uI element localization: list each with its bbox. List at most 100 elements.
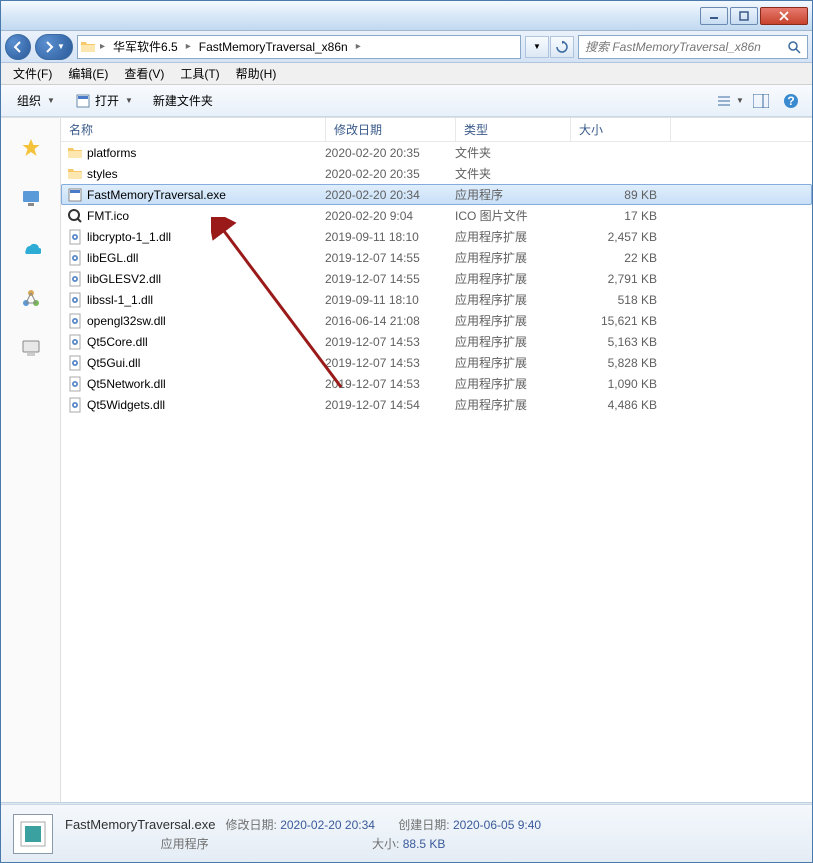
view-options-button[interactable]: ▼ (718, 90, 744, 112)
file-date: 2020-02-20 9:04 (325, 209, 455, 223)
file-size: 4,486 KB (570, 398, 665, 412)
file-row[interactable]: opengl32sw.dll2016-06-14 21:08应用程序扩展15,6… (61, 310, 812, 331)
file-row[interactable]: libGLESV2.dll2019-12-07 14:55应用程序扩展2,791… (61, 268, 812, 289)
menubar: 文件(F) 编辑(E) 查看(V) 工具(T) 帮助(H) (1, 63, 812, 85)
onedrive-icon[interactable] (21, 238, 41, 258)
file-date: 2019-12-07 14:53 (325, 335, 455, 349)
file-name: libEGL.dll (87, 251, 138, 265)
close-button[interactable] (760, 7, 808, 25)
file-size: 1,090 KB (570, 377, 665, 391)
file-name: Qt5Gui.dll (87, 356, 140, 370)
file-name: libGLESV2.dll (87, 272, 161, 286)
file-date: 2019-12-07 14:55 (325, 272, 455, 286)
refresh-button[interactable] (550, 36, 574, 58)
file-size: 5,163 KB (570, 335, 665, 349)
network-icon[interactable] (21, 288, 41, 308)
file-date: 2019-09-11 18:10 (325, 230, 455, 244)
file-row[interactable]: libEGL.dll 2019-12-07 14:55应用程序扩展22 KB (61, 247, 812, 268)
chevron-icon: ▸ (186, 41, 191, 52)
address-bar[interactable]: ▸ 华军软件6.5 ▸ FastMemoryTraversal_x86n ▸ (77, 35, 521, 59)
open-icon (75, 93, 91, 109)
help-button[interactable]: ? (778, 90, 804, 112)
file-row[interactable]: libssl-1_1.dll 2019-09-11 18:10应用程序扩展518 … (61, 289, 812, 310)
file-name: libcrypto-1_1.dll (87, 230, 171, 244)
file-list[interactable]: platforms2020-02-20 20:35文件夹styles2020-0… (61, 142, 812, 802)
file-type: 应用程序 (455, 186, 570, 203)
file-size: 22 KB (570, 251, 665, 265)
file-row[interactable]: Qt5Core.dll 2019-12-07 14:53应用程序扩展5,163 K… (61, 331, 812, 352)
detail-filename: FastMemoryTraversal.exe (65, 817, 216, 832)
file-type: 应用程序扩展 (455, 249, 570, 266)
file-row[interactable]: platforms2020-02-20 20:35文件夹 (61, 142, 812, 163)
file-row[interactable]: FMT.ico2020-02-20 9:04ICO 图片文件17 KB (61, 205, 812, 226)
chevron-icon: ▸ (100, 41, 105, 52)
chevron-icon: ▸ (356, 41, 361, 52)
file-name: Qt5Network.dll (87, 377, 166, 391)
breadcrumb-item[interactable]: FastMemoryTraversal_x86n (195, 36, 352, 58)
favorites-icon[interactable] (21, 138, 41, 158)
file-row[interactable]: libcrypto-1_1.dll2019-09-11 18:10应用程序扩展2… (61, 226, 812, 247)
column-headers: 名称 修改日期 类型 大小 (61, 118, 812, 142)
back-button[interactable] (5, 34, 31, 60)
open-button[interactable]: 打开▼ (67, 89, 141, 112)
file-name: Qt5Widgets.dll (87, 398, 165, 412)
menu-view[interactable]: 查看(V) (116, 63, 172, 84)
file-date: 2020-02-20 20:34 (325, 188, 455, 202)
file-date: 2019-12-07 14:53 (325, 356, 455, 370)
file-row[interactable]: Qt5Widgets.dll 2019-12-07 14:54应用程序扩展4,48… (61, 394, 812, 415)
breadcrumb-item[interactable]: 华军软件6.5 (109, 36, 182, 58)
preview-pane-button[interactable] (748, 90, 774, 112)
file-size: 5,828 KB (570, 356, 665, 370)
organize-button[interactable]: 组织▼ (9, 89, 63, 112)
file-row[interactable]: Qt5Gui.dll2019-12-07 14:53应用程序扩展5,828 KB (61, 352, 812, 373)
search-input[interactable] (585, 40, 787, 54)
file-size: 17 KB (570, 209, 665, 223)
menu-help[interactable]: 帮助(H) (228, 63, 285, 84)
file-type: 应用程序扩展 (455, 291, 570, 308)
file-date: 2019-09-11 18:10 (325, 293, 455, 307)
file-name: styles (87, 167, 118, 181)
file-date: 2020-02-20 20:35 (325, 146, 455, 160)
body-area: 名称 修改日期 类型 大小 platforms2020-02-20 20:35文… (1, 117, 812, 802)
file-row[interactable]: FastMemoryTraversal.exe 2020-02-20 20:34应… (61, 184, 812, 205)
header-size[interactable]: 大小 (571, 118, 671, 141)
new-folder-button[interactable]: 新建文件夹 (145, 89, 221, 112)
file-date: 2019-12-07 14:55 (325, 251, 455, 265)
file-name: Qt5Core.dll (87, 335, 148, 349)
file-name: FastMemoryTraversal.exe (87, 188, 226, 202)
search-box[interactable] (578, 35, 808, 59)
menu-file[interactable]: 文件(F) (5, 63, 60, 84)
file-name: opengl32sw.dll (87, 314, 166, 328)
file-type: 文件夹 (455, 144, 570, 161)
file-name: libssl-1_1.dll (87, 293, 153, 307)
menu-tools[interactable]: 工具(T) (172, 63, 227, 84)
file-type: 应用程序扩展 (455, 312, 570, 329)
file-type: 应用程序扩展 (455, 396, 570, 413)
file-date: 2019-12-07 14:53 (325, 377, 455, 391)
desktop-icon[interactable] (21, 188, 41, 208)
file-date: 2019-12-07 14:54 (325, 398, 455, 412)
minimize-button[interactable] (700, 7, 728, 25)
nav-sidebar (1, 118, 61, 802)
toolbar: 组织▼ 打开▼ 新建文件夹 ▼ ? (1, 85, 812, 117)
file-type: 应用程序扩展 (455, 270, 570, 287)
menu-edit[interactable]: 编辑(E) (60, 63, 116, 84)
header-type[interactable]: 类型 (456, 118, 571, 141)
file-type: 应用程序扩展 (455, 333, 570, 350)
header-date[interactable]: 修改日期 (326, 118, 456, 141)
file-row[interactable]: styles2020-02-20 20:35文件夹 (61, 163, 812, 184)
search-icon (787, 40, 801, 54)
header-name[interactable]: 名称 (61, 118, 326, 141)
details-pane: FastMemoryTraversal.exe 修改日期: 2020-02-20… (1, 804, 812, 862)
maximize-button[interactable] (730, 7, 758, 25)
file-size: 518 KB (570, 293, 665, 307)
file-size: 89 KB (570, 188, 665, 202)
computer-icon[interactable] (21, 338, 41, 358)
file-type: ICO 图片文件 (455, 207, 570, 224)
file-thumbnail (13, 814, 53, 854)
file-row[interactable]: Qt5Network.dll2019-12-07 14:53应用程序扩展1,09… (61, 373, 812, 394)
titlebar (1, 1, 812, 31)
file-content: 名称 修改日期 类型 大小 platforms2020-02-20 20:35文… (61, 118, 812, 802)
history-dropdown[interactable]: ▼ (525, 36, 549, 58)
forward-button[interactable]: ▼ (35, 34, 73, 60)
